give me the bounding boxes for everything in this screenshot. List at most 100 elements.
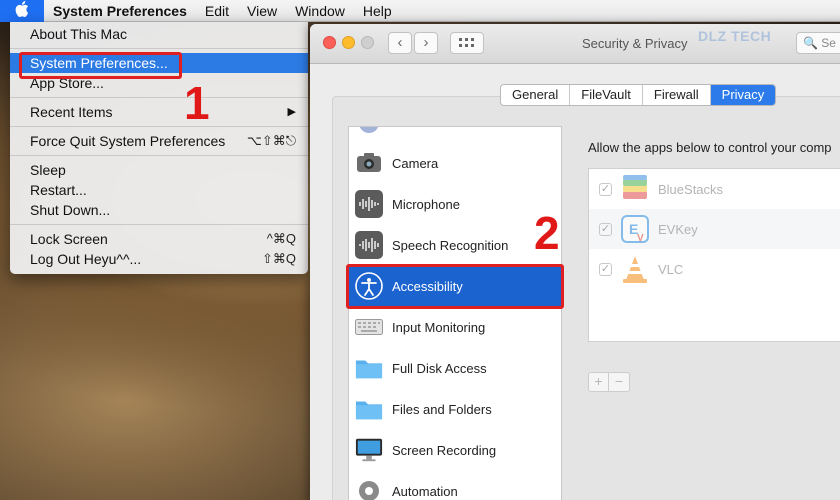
- sidebar-item-speech-recognition[interactable]: Speech Recognition: [349, 225, 561, 265]
- apple-logo-icon: [15, 0, 29, 21]
- app-name: BlueStacks: [658, 181, 724, 197]
- sidebar-item-label: Microphone: [392, 196, 460, 212]
- menu-item-label: Recent Items: [30, 104, 113, 120]
- menu-bar: System Preferences Edit View Window Help: [0, 0, 840, 22]
- app-name: EVKey: [658, 221, 698, 237]
- window-titlebar: ‹ › Security & Privacy DLZ TECH 🔍 Se: [310, 24, 840, 64]
- chevron-left-icon: ‹: [397, 34, 403, 51]
- folder-icon: [355, 354, 383, 382]
- menu-item-label: About This Mac: [30, 26, 128, 42]
- close-window-button[interactable]: [323, 36, 336, 49]
- menu-separator: [10, 97, 308, 98]
- sidebar-item-label: Full Disk Access: [392, 360, 487, 376]
- menu-item-log-out[interactable]: Log Out Heyu^^... ⇧⌘Q: [10, 249, 308, 269]
- sidebar-item-full-disk-access[interactable]: Full Disk Access: [349, 348, 561, 388]
- sidebar-item-input-monitoring[interactable]: Input Monitoring: [349, 307, 561, 347]
- apple-menu-button[interactable]: [0, 0, 44, 22]
- vlc-icon: [620, 254, 650, 284]
- camera-icon: [355, 149, 383, 177]
- app-row-bluestacks: ✓ BlueStacks: [589, 169, 840, 209]
- menu-separator: [10, 126, 308, 127]
- menu-separator: [10, 48, 308, 49]
- menu-item-recent-items[interactable]: Recent Items ▶: [10, 102, 308, 122]
- sidebar-item-camera[interactable]: Camera: [349, 143, 561, 183]
- app-name: VLC: [658, 261, 684, 277]
- watermark-logo: DLZ TECH: [698, 28, 772, 44]
- remove-app-button[interactable]: −: [609, 373, 629, 391]
- sidebar-item-location[interactable]: [349, 127, 561, 143]
- tab-filevault[interactable]: FileVault: [570, 85, 643, 105]
- callout-highlight-system-preferences: [19, 52, 182, 79]
- menu-item-sleep[interactable]: Sleep: [10, 160, 308, 180]
- menu-item-label: Log Out Heyu^^...: [30, 251, 142, 267]
- menu-item-label: Lock Screen: [30, 231, 108, 247]
- menu-shortcut: ⌥⇧⌘⎋: [246, 133, 296, 148]
- location-icon: [355, 127, 383, 137]
- evkey-icon: EV: [620, 214, 650, 244]
- app-checkbox: ✓: [599, 182, 612, 196]
- microphone-icon: [355, 190, 383, 218]
- gear-icon: [355, 477, 383, 500]
- sidebar-item-label: Camera: [392, 155, 439, 171]
- menu-item-about[interactable]: About This Mac: [10, 24, 308, 44]
- app-checkbox: ✓: [599, 222, 612, 236]
- menu-item-label: Restart...: [30, 182, 87, 198]
- menu-view[interactable]: View: [238, 0, 286, 22]
- tab-privacy[interactable]: Privacy: [710, 85, 776, 105]
- app-row-vlc: ✓ VLC: [589, 249, 840, 289]
- sidebar-item-automation[interactable]: Automation: [349, 471, 561, 500]
- sidebar-item-label: Input Monitoring: [392, 319, 486, 335]
- search-placeholder: Se: [821, 36, 836, 50]
- keyboard-icon: [355, 313, 383, 341]
- zoom-window-button[interactable]: [361, 36, 374, 49]
- folder-icon: [355, 395, 383, 423]
- allowed-apps-list: ✓ BlueStacks ✓ EV EVKey ✓ VLC: [588, 168, 840, 342]
- sidebar-item-label: Screen Recording: [392, 442, 497, 458]
- app-row-evkey: ✓ EV EVKey: [589, 209, 840, 249]
- add-app-button[interactable]: +: [589, 373, 609, 391]
- menu-shortcut: ⇧⌘Q: [261, 251, 296, 266]
- menu-shortcut: ^⌘Q: [266, 231, 296, 246]
- menu-app-name[interactable]: System Preferences: [44, 0, 196, 22]
- menu-item-label: Sleep: [30, 162, 66, 178]
- sidebar-item-microphone[interactable]: Microphone: [349, 184, 561, 224]
- app-checkbox: ✓: [599, 262, 612, 276]
- callout-step-number: 2: [534, 207, 560, 259]
- svg-text:V: V: [637, 233, 644, 244]
- forward-button[interactable]: ›: [414, 32, 438, 54]
- submenu-arrow-icon: ▶: [287, 106, 296, 118]
- monitor-icon: [355, 436, 383, 464]
- menu-item-lock-screen[interactable]: Lock Screen ^⌘Q: [10, 229, 308, 249]
- sidebar-item-label: Automation: [392, 483, 458, 499]
- sidebar-item-screen-recording[interactable]: Screen Recording: [349, 430, 561, 470]
- menu-window[interactable]: Window: [286, 0, 354, 22]
- menu-edit[interactable]: Edit: [196, 0, 238, 22]
- sidebar-item-label: Files and Folders: [392, 401, 492, 417]
- menu-item-shut-down[interactable]: Shut Down...: [10, 200, 308, 220]
- menu-item-restart[interactable]: Restart...: [10, 180, 308, 200]
- show-all-button[interactable]: [450, 32, 484, 54]
- privacy-category-list[interactable]: Camera Microphone Speech Recognition Acc…: [348, 126, 562, 500]
- bluestacks-icon: [620, 174, 650, 204]
- security-privacy-window: ‹ › Security & Privacy DLZ TECH 🔍 Se Gen…: [310, 24, 840, 500]
- menu-item-label: Force Quit System Preferences: [30, 133, 226, 149]
- menu-item-label: Shut Down...: [30, 202, 111, 218]
- accessibility-panel: Allow the apps below to control your com…: [574, 126, 840, 500]
- tab-firewall[interactable]: Firewall: [643, 85, 711, 105]
- chevron-right-icon: ›: [423, 34, 429, 51]
- menu-help[interactable]: Help: [354, 0, 401, 22]
- speech-recognition-icon: [355, 231, 383, 259]
- tab-bar: General FileVault Firewall Privacy: [500, 84, 777, 106]
- menu-item-force-quit[interactable]: Force Quit System Preferences ⌥⇧⌘⎋: [10, 131, 308, 151]
- back-button[interactable]: ‹: [388, 32, 412, 54]
- minimize-window-button[interactable]: [342, 36, 355, 49]
- search-field[interactable]: 🔍 Se: [796, 32, 840, 54]
- panel-description: Allow the apps below to control your com…: [588, 140, 832, 155]
- callout-highlight-accessibility: [346, 264, 564, 309]
- menu-separator: [10, 155, 308, 156]
- sidebar-item-label: Speech Recognition: [392, 237, 509, 253]
- sidebar-item-files-and-folders[interactable]: Files and Folders: [349, 389, 561, 429]
- grid-icon: [459, 36, 475, 51]
- menu-separator: [10, 224, 308, 225]
- tab-general[interactable]: General: [501, 85, 571, 105]
